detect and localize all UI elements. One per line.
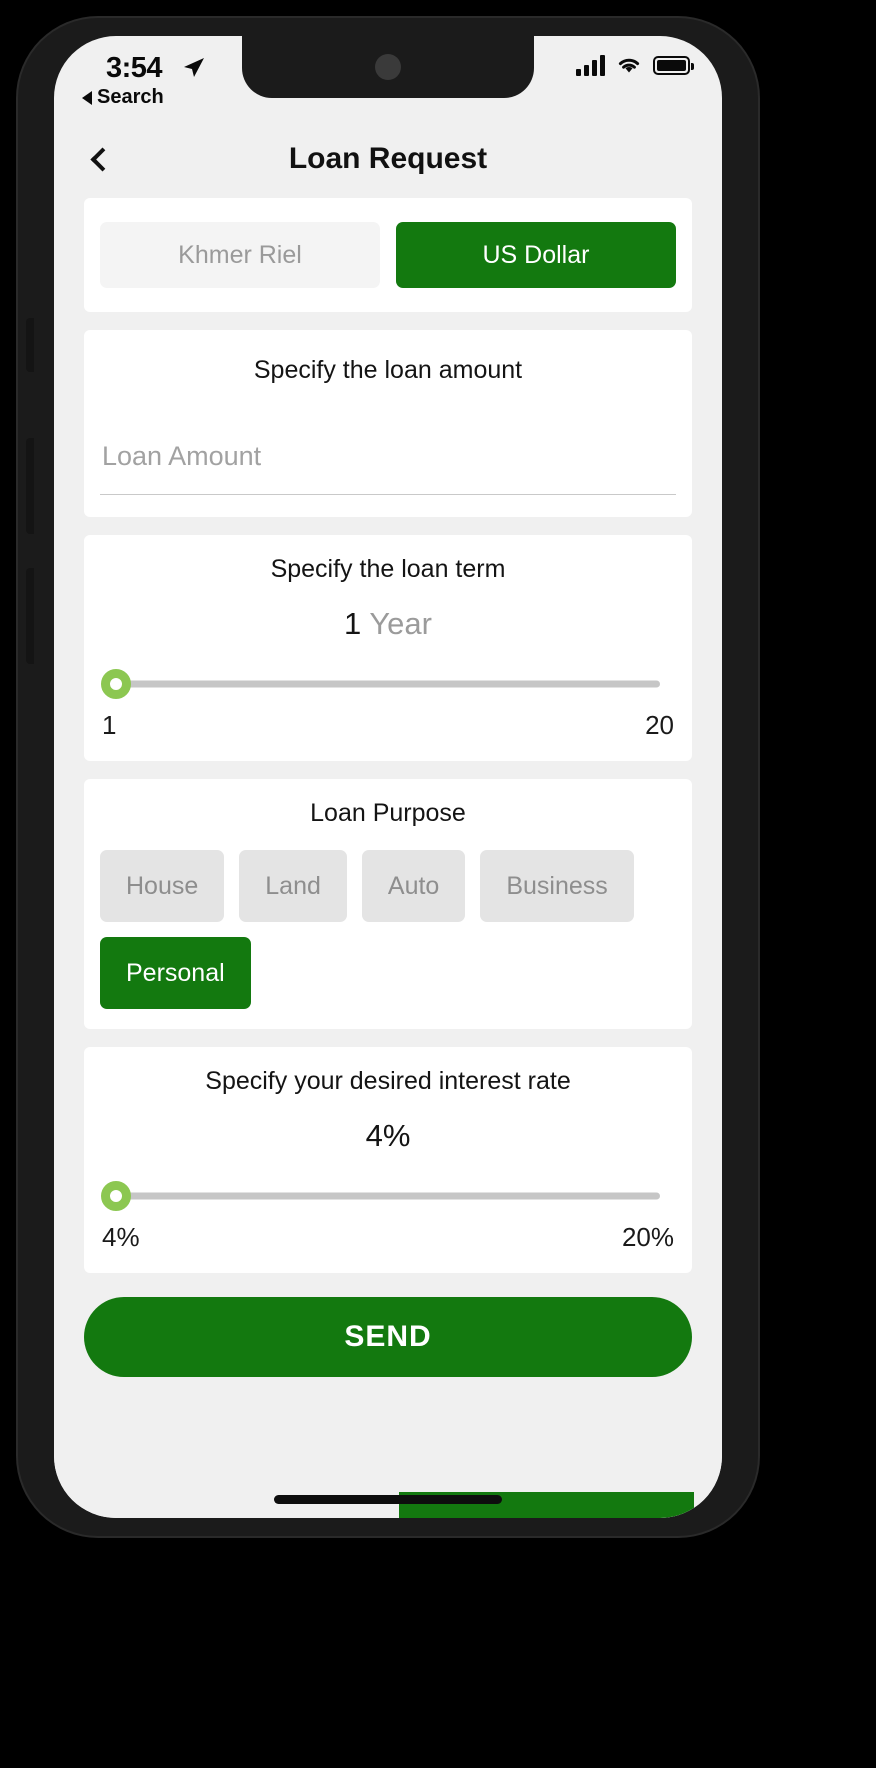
- loan-purpose-options: House Land Auto Business Personal: [100, 850, 676, 1009]
- currency-card: Khmer Riel US Dollar: [84, 198, 692, 312]
- loan-term-min-label: 1: [102, 710, 117, 740]
- interest-rate-max-label: 20%: [621, 1222, 674, 1252]
- phone-device-frame: 3:54 Search Loan Request Khmer Riel US D…: [18, 18, 758, 1536]
- screenshot-root: 3:54 Search Loan Request Khmer Riel US D…: [0, 0, 876, 1768]
- purpose-chip-business[interactable]: Business: [480, 850, 634, 922]
- purpose-chip-personal[interactable]: Personal: [100, 937, 251, 1009]
- cellular-signal-icon: [576, 54, 605, 76]
- interest-rate-title: Specify your desired interest rate: [205, 1067, 571, 1095]
- back-to-app-label: Search: [97, 86, 164, 108]
- page-title: Loan Request: [288, 142, 488, 175]
- loan-amount-field-wrapper: [100, 441, 676, 495]
- volume-up-button[interactable]: [26, 438, 34, 534]
- currency-option-us-dollar[interactable]: US Dollar: [396, 222, 676, 288]
- status-time: 3:54: [106, 52, 163, 84]
- form-content: Khmer Riel US Dollar Specify the loan am…: [54, 198, 722, 1518]
- interest-rate-min-label: 4%: [102, 1222, 140, 1252]
- interest-rate-slider[interactable]: [101, 1174, 672, 1218]
- loan-term-slider-thumb[interactable]: [101, 669, 131, 699]
- interest-rate-slider-thumb[interactable]: [101, 1181, 131, 1211]
- loan-term-title: Specify the loan term: [270, 555, 506, 583]
- loan-purpose-card: Loan Purpose House Land Auto Business Pe…: [84, 779, 692, 1029]
- currency-option-khmer-riel[interactable]: Khmer Riel: [100, 222, 380, 288]
- loan-term-unit: Year: [369, 606, 432, 641]
- interest-rate-slider-labels: 4% 20%: [100, 1218, 676, 1253]
- status-indicators: [576, 54, 694, 76]
- loan-term-card: Specify the loan term 1 Year 1 20: [84, 535, 692, 761]
- interest-rate-slider-track[interactable]: [116, 1192, 660, 1200]
- loan-term-value-row: 1 Year: [100, 606, 676, 642]
- loan-amount-title: Specify the loan amount: [253, 356, 523, 384]
- submit-section: SEND: [84, 1291, 692, 1377]
- device-notch: [242, 36, 534, 98]
- send-button[interactable]: SEND: [84, 1297, 692, 1377]
- battery-full-icon: [653, 55, 694, 75]
- loan-purpose-title: Loan Purpose: [310, 799, 466, 827]
- purpose-chip-house[interactable]: House: [100, 850, 225, 922]
- triangle-left-icon: [82, 90, 92, 105]
- volume-down-button[interactable]: [26, 568, 34, 664]
- purpose-chip-auto[interactable]: Auto: [361, 850, 466, 922]
- back-to-app-link[interactable]: Search: [82, 86, 164, 109]
- loan-term-max-label: 20: [645, 710, 674, 740]
- silent-switch[interactable]: [26, 318, 34, 372]
- loan-term-slider-track[interactable]: [116, 680, 660, 688]
- loan-amount-input[interactable]: [102, 441, 676, 472]
- home-indicator[interactable]: [274, 1495, 502, 1504]
- loan-term-slider-labels: 1 20: [100, 706, 676, 741]
- loan-amount-card: Specify the loan amount: [84, 330, 692, 517]
- interest-rate-value: 4%: [365, 1118, 411, 1153]
- navigation-bar: Loan Request: [54, 120, 722, 198]
- currency-segmented-control: Khmer Riel US Dollar: [100, 218, 676, 292]
- phone-screen: 3:54 Search Loan Request Khmer Riel US D…: [54, 36, 722, 1518]
- front-camera-icon: [375, 54, 401, 80]
- purpose-chip-land[interactable]: Land: [239, 850, 347, 922]
- loan-term-slider[interactable]: [101, 662, 672, 706]
- loan-term-value: 1: [344, 606, 362, 641]
- interest-rate-card: Specify your desired interest rate 4% 4%…: [84, 1047, 692, 1273]
- location-arrow-icon: [184, 58, 204, 77]
- wifi-icon: [618, 58, 640, 73]
